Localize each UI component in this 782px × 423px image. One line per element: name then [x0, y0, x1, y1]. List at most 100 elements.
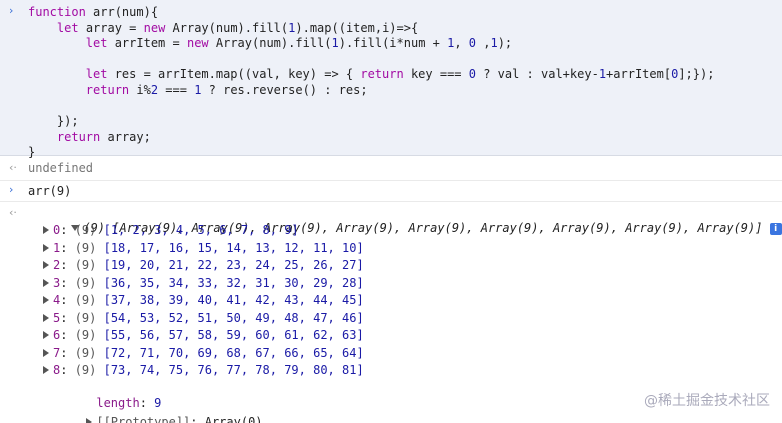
call-prompt-icon: ›: [9, 183, 14, 196]
expand-triangle-icon[interactable]: [43, 261, 49, 269]
undefined-result-row: ‹· undefined: [0, 156, 782, 181]
row-values: [72, 71, 70, 69, 68, 67, 66, 65, 64]: [103, 345, 364, 360]
info-icon[interactable]: i: [769, 223, 782, 235]
code-token: ,: [476, 36, 491, 51]
expand-triangle-icon[interactable]: [43, 296, 49, 304]
prototype-row[interactable]: [[Prototype]]: Array(0): [43, 398, 263, 423]
row-count: (9): [74, 345, 104, 360]
row-count: (9): [74, 240, 104, 255]
code-line: let array = new Array(num).fill(1).map((…: [28, 20, 418, 36]
array-row[interactable]: 4: (9) [37, 38, 39, 40, 41, 42, 43, 44, …: [43, 292, 364, 308]
code-token: ).map((item,i)=>{: [295, 20, 419, 35]
array-summary-row[interactable]: (9) [Array(9), Array(9), Array(9), Array…: [28, 204, 782, 235]
code-token: return: [360, 67, 404, 82]
code-token: 1: [331, 36, 339, 51]
expand-triangle-icon[interactable]: [43, 278, 49, 287]
array-row[interactable]: 7: (9) [72, 71, 70, 69, 68, 67, 66, 65, …: [43, 345, 364, 361]
code-line: return i%2 === 1 ? res.reverse() : res;: [28, 82, 368, 98]
code-token: 0: [468, 67, 476, 82]
row-count: (9): [74, 275, 104, 290]
code-token: arr(num){: [85, 5, 159, 19]
array-row[interactable]: 1: (9) [18, 17, 16, 15, 14, 13, 12, 11, …: [43, 240, 364, 256]
code-token: ).fill(i*num +: [338, 36, 448, 51]
code-line: let arrItem = new Array(num).fill(1).fil…: [28, 35, 512, 51]
code-token: ,: [454, 36, 469, 51]
code-token: arrItem =: [107, 36, 187, 51]
row-count: (9): [74, 363, 104, 377]
array-row[interactable]: 0: (9) [1, 2, 3, 4, 5, 6, 7, 8, 9]: [43, 222, 299, 238]
row-values: [37, 38, 39, 40, 41, 42, 43, 44, 45]: [103, 293, 364, 307]
expand-triangle-icon[interactable]: [43, 366, 49, 374]
watermark-text: @稀土掘金技术社区: [644, 393, 770, 409]
code-token: let: [56, 20, 79, 35]
call-row: › arr(9): [0, 181, 782, 202]
code-token: 2: [150, 83, 159, 97]
code-token: );: [497, 36, 513, 51]
code-token: Array(num).fill(: [165, 20, 289, 35]
array-row[interactable]: 2: (9) [19, 20, 21, 22, 23, 24, 25, 26, …: [43, 257, 364, 273]
array-row[interactable]: 6: (9) [55, 56, 57, 58, 59, 60, 61, 62, …: [43, 327, 364, 343]
expand-triangle-icon[interactable]: [43, 348, 49, 357]
row-values: [18, 17, 16, 15, 14, 13, 12, 11, 10]: [103, 240, 364, 255]
code-token: array;: [100, 129, 151, 144]
expand-triangle-icon[interactable]: [43, 331, 49, 339]
code-token: let: [85, 36, 108, 51]
code-line: let res = arrItem.map((val, key) => { re…: [28, 66, 715, 82]
row-values: [19, 20, 21, 22, 23, 24, 25, 26, 27]: [103, 258, 364, 272]
expand-triangle-icon[interactable]: [43, 226, 49, 234]
code-token: 1: [490, 36, 498, 51]
row-values: [54, 53, 52, 51, 50, 49, 48, 47, 46]: [103, 310, 364, 325]
row-values: [36, 35, 34, 33, 32, 31, 30, 29, 28]: [103, 275, 364, 290]
code-token: res = arrItem.map((val, key) => {: [107, 67, 361, 82]
code-token: let: [85, 67, 108, 82]
code-token: i%: [129, 83, 151, 97]
code-token: ? res.reverse() : res;: [201, 83, 368, 97]
code-token: return: [56, 129, 101, 144]
prototype-key: [[Prototype]]: [96, 415, 191, 423]
row-values: [73, 74, 75, 76, 77, 78, 79, 80, 81]: [103, 363, 364, 377]
return-arrow-icon: ‹·: [9, 161, 17, 174]
prototype-value: Array(0): [204, 415, 263, 423]
code-token: new: [186, 36, 209, 51]
call-text: arr(9): [28, 184, 72, 198]
row-count: (9): [74, 328, 104, 342]
code-token: function: [28, 5, 86, 19]
expand-triangle-icon[interactable]: [86, 418, 93, 423]
code-line: return array;: [28, 129, 151, 145]
row-values: [1, 2, 3, 4, 5, 6, 7, 8, 9]: [103, 223, 299, 237]
expand-triangle-icon[interactable]: [43, 313, 49, 322]
array-row[interactable]: 3: (9) [36, 35, 34, 33, 32, 31, 30, 29, …: [43, 275, 364, 291]
code-token: return: [85, 83, 130, 97]
code-token: ===: [158, 83, 195, 97]
row-count: (9): [74, 293, 104, 307]
row-count: (9): [74, 223, 104, 237]
console-input-block[interactable]: › function arr(num){ let array = new Arr…: [0, 0, 782, 159]
code-token: ];});: [678, 67, 715, 82]
code-token: 1: [598, 67, 607, 82]
code-token: });: [28, 114, 79, 129]
code-token: +arrItem[: [606, 67, 672, 82]
array-row[interactable]: 5: (9) [54, 53, 52, 51, 50, 49, 48, 47, …: [43, 310, 364, 326]
array-row[interactable]: 8: (9) [73, 74, 75, 76, 77, 78, 79, 80, …: [43, 362, 364, 378]
code-token: key ===: [403, 67, 469, 82]
code-token: new: [143, 20, 166, 35]
code-token: ? val : val+key-: [475, 67, 599, 82]
output-return-arrow-icon: ‹·: [9, 206, 17, 219]
length-row: length: 9: [96, 396, 162, 410]
row-values: [55, 56, 57, 58, 59, 60, 61, 62, 63]: [103, 328, 364, 342]
expand-triangle-icon[interactable]: [43, 243, 49, 252]
devtools-console: › function arr(num){ let array = new Arr…: [0, 0, 782, 423]
row-count: (9): [74, 258, 104, 272]
code-line: });: [28, 113, 79, 129]
undefined-text: undefined: [28, 161, 94, 175]
code-token: Array(num).fill(: [208, 36, 332, 51]
code-line: function arr(num){: [28, 4, 158, 20]
row-count: (9): [74, 310, 104, 325]
code-token: array =: [78, 20, 144, 35]
code-token: 0: [468, 36, 477, 51]
